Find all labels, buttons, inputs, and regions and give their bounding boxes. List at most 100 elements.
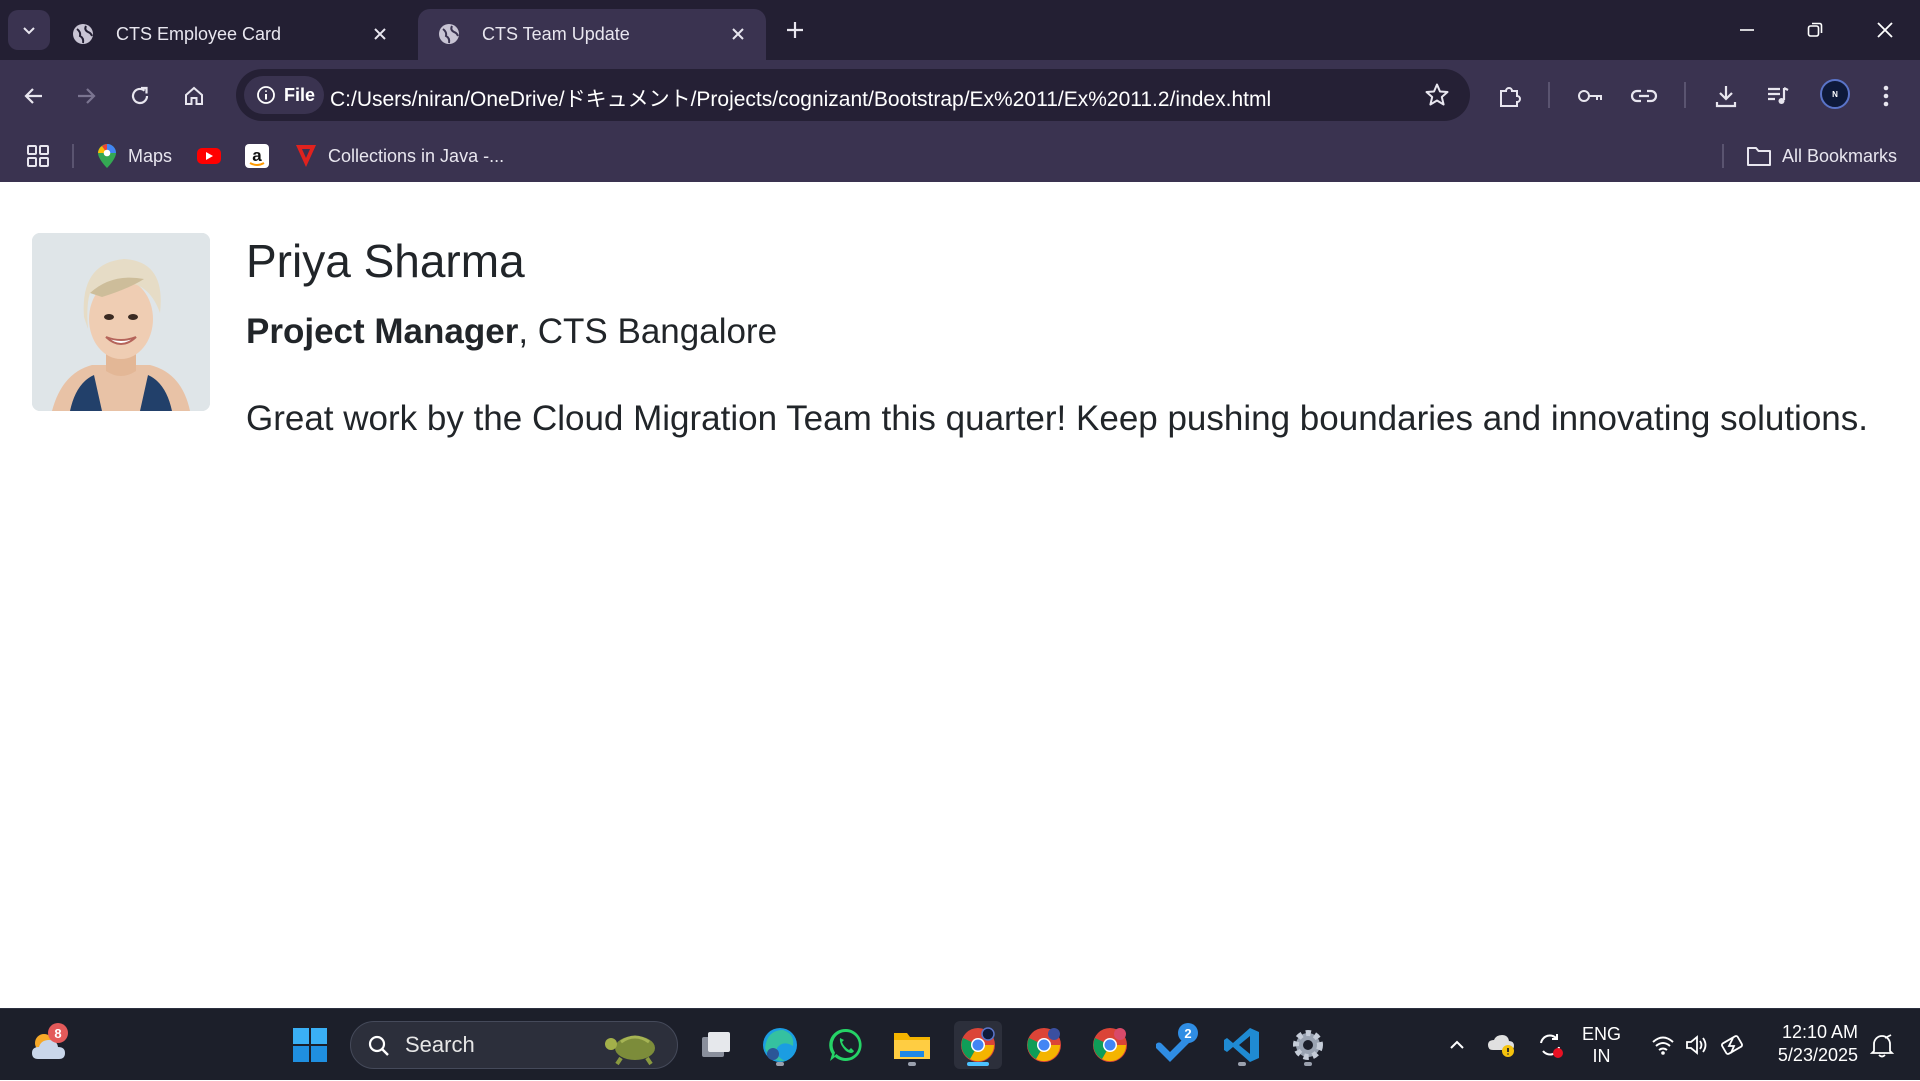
chrome-icon [961, 1027, 995, 1062]
battery-charging-icon [1721, 1035, 1743, 1055]
tab-title: CTS Employee Card [116, 24, 282, 44]
restore-button[interactable] [1790, 12, 1840, 48]
apps-button[interactable] [26, 142, 50, 170]
onedrive-tray-icon[interactable] [1484, 1009, 1520, 1081]
download-icon [1715, 86, 1737, 108]
page-content: Priya Sharma Project Manager, CTS Bangal… [0, 182, 1920, 1008]
minimize-button[interactable] [1722, 12, 1772, 48]
bookmarks-divider [72, 144, 74, 168]
extensions-button[interactable] [1494, 80, 1526, 112]
plus-icon [787, 22, 803, 38]
site-info-chip[interactable]: File [244, 76, 324, 114]
chrome-profile-taskbar-app[interactable] [1086, 1021, 1134, 1069]
search-icon [368, 1035, 389, 1056]
tricentis-icon [296, 145, 316, 167]
notifications-button[interactable] [1864, 1009, 1900, 1081]
passwords-button[interactable] [1574, 80, 1606, 112]
task-view-button[interactable] [692, 1021, 740, 1069]
running-indicator [1304, 1062, 1312, 1066]
taskbar-search-box[interactable]: Search [350, 1021, 678, 1069]
maps-icon [98, 144, 116, 168]
url-text[interactable]: C:/Users/niran/OneDrive/ドキュメント/Projects/… [330, 83, 1271, 113]
share-link-button[interactable] [1628, 80, 1660, 112]
employee-role: Project Manager [246, 312, 519, 351]
edge-icon [763, 1028, 797, 1062]
person-photo-icon [32, 233, 210, 411]
bookmark-youtube[interactable] [196, 142, 222, 170]
link-icon [1630, 89, 1658, 103]
sync-icon [1540, 1034, 1563, 1058]
arrow-left-icon [24, 88, 42, 104]
team-update-message: Great work by the Cloud Migration Team t… [246, 399, 1868, 438]
todo-taskbar-app[interactable]: 2 [1152, 1021, 1200, 1069]
volume-tray-icon[interactable] [1680, 1009, 1714, 1081]
vscode-taskbar-app[interactable] [1218, 1021, 1266, 1069]
wifi-tray-icon[interactable] [1646, 1009, 1680, 1081]
globe-icon [73, 24, 93, 44]
vscode-icon [1224, 1028, 1259, 1062]
tab-search-button[interactable] [8, 10, 50, 50]
system-clock[interactable]: 12:10 AM 5/23/2025 [1768, 1021, 1858, 1067]
close-tab-icon[interactable] [370, 24, 390, 44]
reload-button[interactable] [120, 76, 160, 116]
chrome-taskbar-app-active[interactable] [954, 1021, 1002, 1069]
new-tab-button[interactable] [780, 15, 810, 45]
close-window-button[interactable] [1860, 12, 1910, 48]
folder-icon [1747, 147, 1771, 166]
tab-title: CTS Team Update [482, 24, 630, 44]
weather-widget[interactable]: 8 [24, 1021, 72, 1069]
amazon-icon: a [245, 144, 269, 168]
home-button[interactable] [174, 76, 214, 116]
key-icon [1578, 90, 1602, 102]
folder-icon [894, 1033, 930, 1059]
minimize-icon [1740, 29, 1754, 31]
file-explorer-taskbar-app[interactable] [888, 1021, 936, 1069]
arrow-right-icon [78, 88, 96, 104]
media-controls-button[interactable] [1762, 80, 1794, 112]
show-hidden-icons-button[interactable] [1440, 1009, 1474, 1081]
bookmark-maps[interactable]: Maps [96, 142, 172, 170]
tab-employee-card[interactable]: CTS Employee Card [52, 9, 408, 60]
notification-bell-icon [1869, 1034, 1895, 1058]
chrome-profile-n-taskbar-app[interactable] [1020, 1021, 1068, 1069]
bookmark-star-icon[interactable] [1424, 82, 1450, 108]
profile-avatar[interactable]: N [1820, 79, 1850, 109]
puzzle-icon [1500, 87, 1521, 107]
home-icon [185, 86, 203, 105]
bookmark-amazon[interactable]: a [244, 142, 270, 170]
todo-badge: 2 [1178, 1023, 1198, 1043]
bookmark-label: Collections in Java -... [328, 145, 505, 166]
battery-tray-icon[interactable] [1716, 1009, 1750, 1081]
svg-text:a: a [252, 146, 262, 165]
globe-icon [439, 24, 459, 44]
language-indicator[interactable]: ENG IN [1582, 1023, 1621, 1067]
clock-date: 5/23/2025 [1777, 1045, 1858, 1065]
sync-tray-icon[interactable] [1532, 1009, 1568, 1081]
settings-taskbar-app[interactable] [1284, 1021, 1332, 1069]
task-view-icon [702, 1032, 730, 1057]
volume-icon [1686, 1035, 1707, 1055]
scheme-label: File [284, 84, 316, 105]
menu-button[interactable] [1870, 80, 1902, 112]
employee-role-line: Project Manager, CTS Bangalore [246, 312, 777, 352]
whatsapp-taskbar-app[interactable] [822, 1021, 870, 1069]
edge-taskbar-app[interactable] [756, 1021, 804, 1069]
close-icon [1877, 22, 1893, 38]
toolbar-divider [1684, 82, 1686, 108]
bookmark-collections-java[interactable]: Collections in Java -... [294, 142, 504, 170]
tab-strip: CTS Employee Card CTS Team Update [0, 0, 1920, 60]
bookmarks-bar: Maps a Collections in Java -... All Book… [0, 130, 1920, 182]
all-bookmarks-button[interactable]: All Bookmarks [1746, 142, 1897, 170]
forward-button[interactable] [66, 76, 106, 116]
close-tab-icon[interactable] [728, 24, 748, 44]
toolbar-divider [1548, 82, 1550, 108]
address-bar[interactable]: File C:/Users/niran/OneDrive/ドキュメント/Proj… [236, 69, 1470, 121]
language-code: ENG [1582, 1024, 1622, 1044]
tab-team-update[interactable]: CTS Team Update [418, 9, 766, 60]
chrome-icon [1027, 1028, 1061, 1062]
downloads-button[interactable] [1710, 80, 1742, 112]
back-button[interactable] [14, 76, 54, 116]
running-indicator [1238, 1062, 1246, 1066]
start-button[interactable] [286, 1021, 334, 1069]
info-icon [257, 86, 275, 104]
